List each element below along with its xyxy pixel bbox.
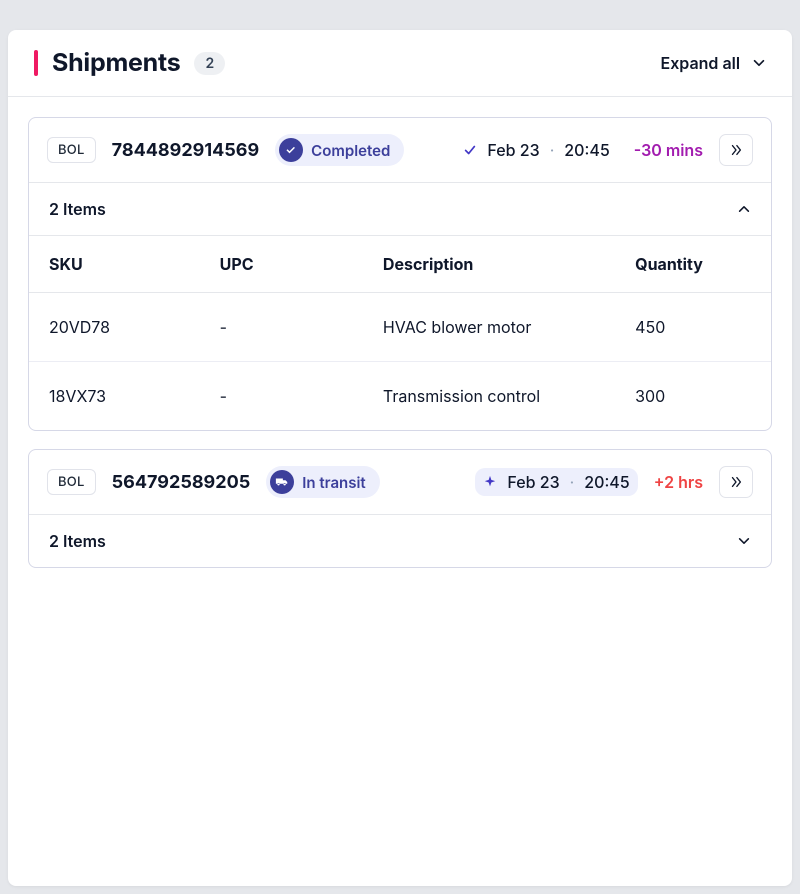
expand-all-label: Expand all xyxy=(661,53,740,73)
checkmark-icon xyxy=(279,138,303,162)
items-toggle[interactable]: 2 Items xyxy=(29,183,771,236)
status-badge-completed: Completed xyxy=(275,134,404,166)
truck-icon xyxy=(270,470,294,494)
eta-time: 20:45 xyxy=(584,472,629,492)
panel-header: Shipments 2 Expand all xyxy=(8,30,792,97)
chevrons-right-icon xyxy=(729,475,743,489)
col-description: Description xyxy=(363,236,615,293)
items-label: 2 Items xyxy=(49,199,106,219)
items-label: 2 Items xyxy=(49,531,106,551)
shipment-card: BOL 564792589205 In transit Feb 23 · 20:… xyxy=(28,449,772,568)
cell-upc: - xyxy=(200,362,363,431)
items-table: SKU UPC Description Quantity 20VD78 - HV… xyxy=(29,236,771,430)
more-actions-button[interactable] xyxy=(719,466,753,498)
bol-number: 7844892914569 xyxy=(112,140,260,161)
cell-upc: - xyxy=(200,293,363,362)
eta-display: Feb 23 · 20:45 xyxy=(455,136,617,164)
bol-label: BOL xyxy=(47,469,96,495)
status-label: Completed xyxy=(311,141,390,160)
eta-date: Feb 23 xyxy=(487,140,539,160)
chevron-up-icon xyxy=(737,202,751,216)
chevron-down-icon xyxy=(752,56,766,70)
eta-date: Feb 23 xyxy=(507,472,559,492)
shipments-panel: Shipments 2 Expand all BOL 7844892914569… xyxy=(8,30,792,886)
dot-separator: · xyxy=(570,472,575,492)
panel-title-group: Shipments 2 xyxy=(34,48,225,78)
shipments-count-badge: 2 xyxy=(194,52,225,75)
chevrons-right-icon xyxy=(729,143,743,157)
cell-description: HVAC blower motor xyxy=(363,293,615,362)
items-toggle[interactable]: 2 Items xyxy=(29,515,771,567)
table-row: 18VX73 - Transmission control 300 xyxy=(29,362,771,431)
cell-sku: 20VD78 xyxy=(29,293,200,362)
cell-sku: 18VX73 xyxy=(29,362,200,431)
shipment-card: BOL 7844892914569 Completed Feb 23 · 20:… xyxy=(28,117,772,431)
table-header-row: SKU UPC Description Quantity xyxy=(29,236,771,293)
bol-number: 564792589205 xyxy=(112,472,251,493)
cell-quantity: 450 xyxy=(615,293,771,362)
shipments-list: BOL 7844892914569 Completed Feb 23 · 20:… xyxy=(8,97,792,606)
eta-delta: +2 hrs xyxy=(654,472,703,492)
status-badge-in-transit: In transit xyxy=(266,466,379,498)
eta-delta: -30 mins xyxy=(634,140,703,160)
page-title: Shipments xyxy=(52,48,180,78)
accent-bar xyxy=(34,50,38,76)
cell-quantity: 300 xyxy=(615,362,771,431)
col-sku: SKU xyxy=(29,236,200,293)
col-upc: UPC xyxy=(200,236,363,293)
cell-description: Transmission control xyxy=(363,362,615,431)
eta-display-ai: Feb 23 · 20:45 xyxy=(475,468,637,496)
eta-time: 20:45 xyxy=(564,140,609,160)
check-small-icon xyxy=(463,143,477,157)
shipment-header: BOL 7844892914569 Completed Feb 23 · 20:… xyxy=(29,118,771,183)
expand-all-button[interactable]: Expand all xyxy=(661,53,766,73)
more-actions-button[interactable] xyxy=(719,134,753,166)
shipment-header: BOL 564792589205 In transit Feb 23 · 20:… xyxy=(29,450,771,515)
chevron-down-icon xyxy=(737,534,751,548)
table-row: 20VD78 - HVAC blower motor 450 xyxy=(29,293,771,362)
status-label: In transit xyxy=(302,473,365,492)
bol-label: BOL xyxy=(47,137,96,163)
col-quantity: Quantity xyxy=(615,236,771,293)
sparkle-icon xyxy=(483,475,497,489)
dot-separator: · xyxy=(550,140,555,160)
